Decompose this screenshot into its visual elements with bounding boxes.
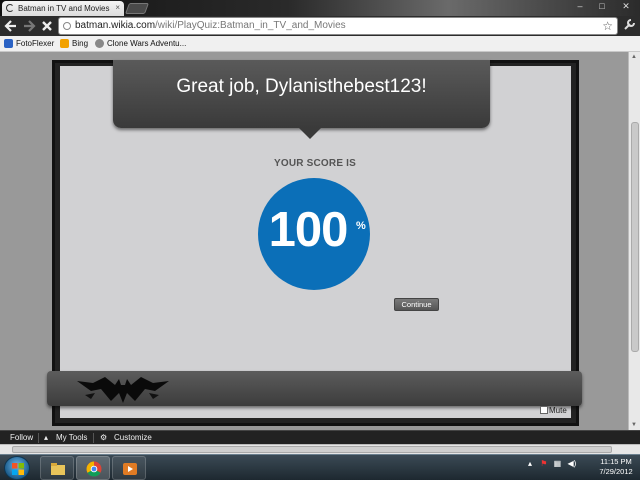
screen: Batman in TV and Movies × – □ ✕ batman.w… [0,0,640,480]
tab-close-icon[interactable]: × [115,3,120,12]
flag-icon[interactable]: ⚑ [540,459,547,468]
bookmark-star-icon[interactable]: ☆ [602,18,613,34]
wrench-icon[interactable] [622,18,636,34]
customize-link[interactable]: Customize [114,433,152,442]
caret-up-icon: ▴ [44,433,49,442]
bookmark-label: Clone Wars Adventu... [107,39,187,48]
page-content: Great job, Dylanisthebest123! YOUR SCORE… [0,52,628,430]
start-button[interactable] [4,456,30,480]
network-icon[interactable]: ▦ [554,459,562,468]
taskbar-chrome[interactable] [76,456,110,480]
stop-button[interactable] [39,18,55,34]
mute-toggle[interactable]: Mute [540,406,567,415]
mute-checkbox[interactable] [540,406,548,414]
browser-tab[interactable]: Batman in TV and Movies × [2,1,124,16]
bookmark-clone-wars[interactable]: Clone Wars Adventu... [95,39,186,48]
divider [93,433,94,443]
clock-date: 7/29/2012 [599,467,633,476]
taskbar-explorer[interactable] [40,456,74,480]
tray-expand-icon[interactable]: ▴ [528,459,532,468]
horizontal-scrollbar-thumb[interactable] [12,446,612,453]
volume-icon[interactable]: ◀) [567,459,576,468]
clock-time: 11:15 PM [600,457,632,466]
browser-titlebar: Batman in TV and Movies × – □ ✕ [0,0,640,16]
media-player-icon [123,463,137,475]
folder-icon [51,463,65,475]
score-circle: 100 % [258,178,370,290]
maximize-button[interactable]: □ [592,0,612,14]
gear-icon: ⚙ [100,433,108,442]
system-tray: ▴ ⚑ ▦ ◀) [528,459,576,468]
scroll-down-icon[interactable]: ▼ [631,422,637,428]
globe-icon [95,39,104,48]
quiz-footer-bar [47,371,582,406]
windows-taskbar: ▴ ⚑ ▦ ◀) 11:15 PM 7/29/2012 [0,454,640,480]
divider [38,433,39,443]
taskbar-media-player[interactable] [112,456,146,480]
url-path: /wiki/PlayQuiz:Batman_in_TV_and_Movies [155,20,346,31]
forward-button[interactable] [21,18,37,34]
bookmarks-bar: FotoFlexer Bing Clone Wars Adventu... [0,36,640,52]
arrow-left-icon [4,20,16,32]
clock[interactable]: 11:15 PM 7/29/2012 [596,457,636,477]
loading-icon [6,4,14,12]
batman-logo-icon [77,377,169,403]
back-button[interactable] [3,18,19,34]
my-tools-link[interactable]: My Tools [56,433,87,442]
browser-toolbar: batman.wikia.com/wiki/PlayQuiz:Batman_in… [0,16,640,36]
horizontal-scrollbar[interactable] [0,444,640,454]
bookmark-label: FotoFlexer [16,39,55,48]
scrollbar-thumb[interactable] [631,122,639,352]
result-banner: Great job, Dylanisthebest123! [113,60,490,128]
score-value: 100 [268,203,349,257]
bookmark-fotoflexer[interactable]: FotoFlexer [4,39,54,48]
tab-title: Batman in TV and Movies [18,4,110,13]
result-message: Great job, Dylanisthebest123! [176,76,427,97]
windows-logo-icon [12,463,24,475]
mute-label: Mute [549,406,567,415]
new-tab-button[interactable] [124,3,150,14]
continue-button[interactable]: Continue [394,298,439,311]
bookmark-label: Bing [72,39,89,48]
scroll-up-icon[interactable]: ▲ [631,54,637,60]
follow-link[interactable]: Follow [10,433,33,442]
score-label: YOUR SCORE IS [273,158,357,169]
stop-x-icon [42,21,52,31]
bookmark-bing[interactable]: Bing [60,39,88,48]
wikia-toolbar: Follow ▴ My Tools ⚙ Customize [0,430,640,444]
vertical-scrollbar[interactable]: ▲ ▼ [628,52,640,430]
url-host: batman.wikia.com [75,20,156,31]
arrow-right-icon [24,20,36,32]
close-window-button[interactable]: ✕ [616,0,636,14]
minimize-button[interactable]: – [570,0,590,14]
score-unit: % [356,220,366,232]
address-bar[interactable]: batman.wikia.com/wiki/PlayQuiz:Batman_in… [58,17,618,35]
banner-pointer [299,128,321,139]
page-icon [63,22,71,30]
bing-icon [60,39,69,48]
chrome-icon [86,461,102,477]
fotoflexer-icon [4,39,13,48]
